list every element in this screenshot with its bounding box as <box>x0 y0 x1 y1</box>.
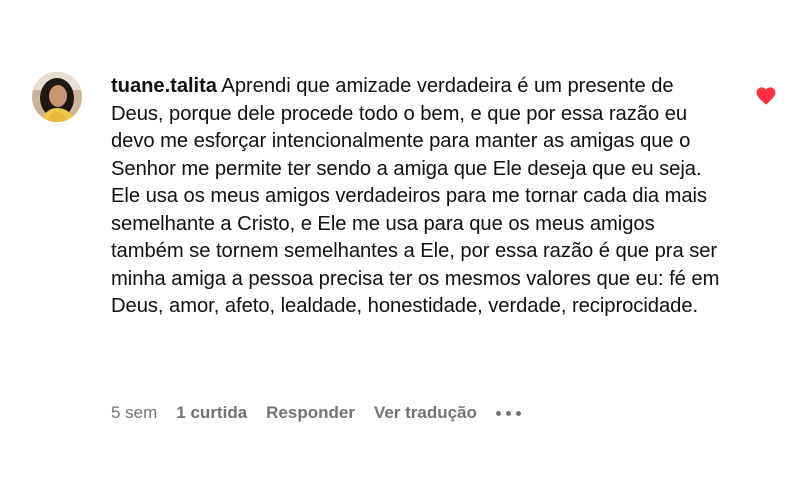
more-options-icon[interactable] <box>495 410 521 416</box>
heart-icon <box>756 87 776 105</box>
comment-timestamp: 5 sem <box>111 403 158 422</box>
comment: tuane.talita Aprendi que amizade verdade… <box>0 0 800 504</box>
comment-username[interactable]: tuane.talita <box>111 75 217 97</box>
avatar-image <box>32 72 82 122</box>
reply-button[interactable]: Responder <box>266 403 355 423</box>
more-dot <box>515 410 521 416</box>
likes-count-button[interactable]: 1 curtida <box>176 403 247 423</box>
comment-body: tuane.talita Aprendi que amizade verdade… <box>111 73 726 321</box>
comment-actions: 5 sem 1 curtida Responder Ver tradução <box>111 401 521 425</box>
more-dot <box>505 410 511 416</box>
avatar[interactable] <box>32 72 82 122</box>
comment-text: Aprendi que amizade verdadeira é um pres… <box>111 75 720 317</box>
see-translation-button[interactable]: Ver tradução <box>374 403 477 423</box>
more-dot <box>495 410 501 416</box>
like-button[interactable] <box>756 87 776 105</box>
